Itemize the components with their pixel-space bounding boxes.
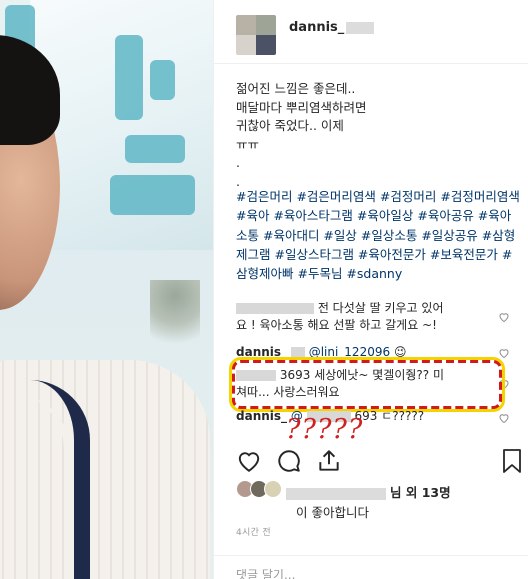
caption-line: 귀찮아 죽었다.. 이제 xyxy=(236,118,344,133)
liker-name-blur xyxy=(286,487,386,500)
photo-sign-shape xyxy=(125,135,185,163)
comment-mention[interactable]: @lini_122096 xyxy=(309,345,390,359)
comment-heart-icon[interactable] xyxy=(498,311,510,323)
post-hashtags[interactable]: #검은머리 #검은머리염색 #검정머리 #검정머리염색 #육아 #육아스타그램 … xyxy=(236,187,521,283)
share-icon[interactable] xyxy=(316,448,342,474)
post-username[interactable]: dannis_ xyxy=(289,20,375,35)
annotation-question-marks: ????? xyxy=(286,414,364,445)
comment-username[interactable]: dannis_ xyxy=(236,345,287,359)
post-timestamp: 4시간 전 xyxy=(236,528,271,538)
photo-sign-shape xyxy=(115,35,143,120)
comment-user-blur xyxy=(290,347,305,358)
likes-line-2: 이 좋아합니다 xyxy=(296,505,369,520)
comment-user-blur xyxy=(236,303,314,314)
comment-emoji: 😉 xyxy=(393,345,407,359)
comment-heart-icon[interactable] xyxy=(498,412,510,424)
post-photo[interactable] xyxy=(0,0,213,579)
photo-collar-stripe xyxy=(0,395,70,579)
add-comment-input[interactable]: 댓글 달기... xyxy=(236,566,295,579)
post-caption: 젊어진 느낌은 좋은데.. 매달마다 뿌리염색하려면 귀찮아 죽었다.. 이제 … xyxy=(236,80,521,191)
likes-line-1: 님 외 13명 xyxy=(286,482,451,501)
avatar-tile xyxy=(256,15,276,35)
comment-text: 전 다섯살 딸 키우고 있어 xyxy=(317,301,444,315)
comment-text: 요 ! 육아소통 해요 선팔 하고 갈게요 ~! xyxy=(236,318,437,332)
caption-line: 젊어진 느낌은 좋은데.. xyxy=(236,81,356,96)
avatar-tile xyxy=(256,35,276,55)
post-username-text[interactable]: dannis_ xyxy=(289,20,344,35)
photo-sign-shape xyxy=(150,60,175,100)
photo-sign-shape xyxy=(110,175,195,215)
likes-count-text[interactable]: 님 외 13명 xyxy=(390,485,451,500)
comment-item: 전 다섯살 딸 키우고 있어 요 ! 육아소통 해요 선팔 하고 갈게요 ~! xyxy=(236,300,501,334)
caption-line: . xyxy=(236,155,240,170)
caption-line: 매달마다 뿌리염색하려면 xyxy=(236,99,367,115)
avatar[interactable] xyxy=(236,15,276,55)
comment-heart-icon[interactable] xyxy=(498,347,510,359)
photo-plant xyxy=(150,280,200,360)
post-header: dannis_ xyxy=(214,0,528,64)
liker-avatar xyxy=(264,480,282,498)
comment-item: dannis_ @ 693 ㄷ????? xyxy=(236,408,501,425)
post-detail-panel: dannis_ 젊어진 느낌은 좋은데.. 매달마다 뿌리염색하려면 귀찮아 죽… xyxy=(213,0,528,579)
heart-icon[interactable] xyxy=(236,448,262,474)
comment-text: 693 ㄷ????? xyxy=(354,409,425,423)
avatar-tile xyxy=(236,35,256,55)
post-actions xyxy=(214,444,528,480)
comment-icon[interactable] xyxy=(276,448,302,474)
bookmark-icon[interactable] xyxy=(500,448,524,474)
username-blur xyxy=(346,21,375,34)
annotation-highlight-box xyxy=(229,357,505,412)
avatar-tile xyxy=(236,15,256,35)
caption-line: ㅠㅠ xyxy=(236,136,260,152)
comment-username[interactable]: dannis_ xyxy=(236,409,287,423)
add-comment-bar: 댓글 달기... xyxy=(214,555,528,579)
